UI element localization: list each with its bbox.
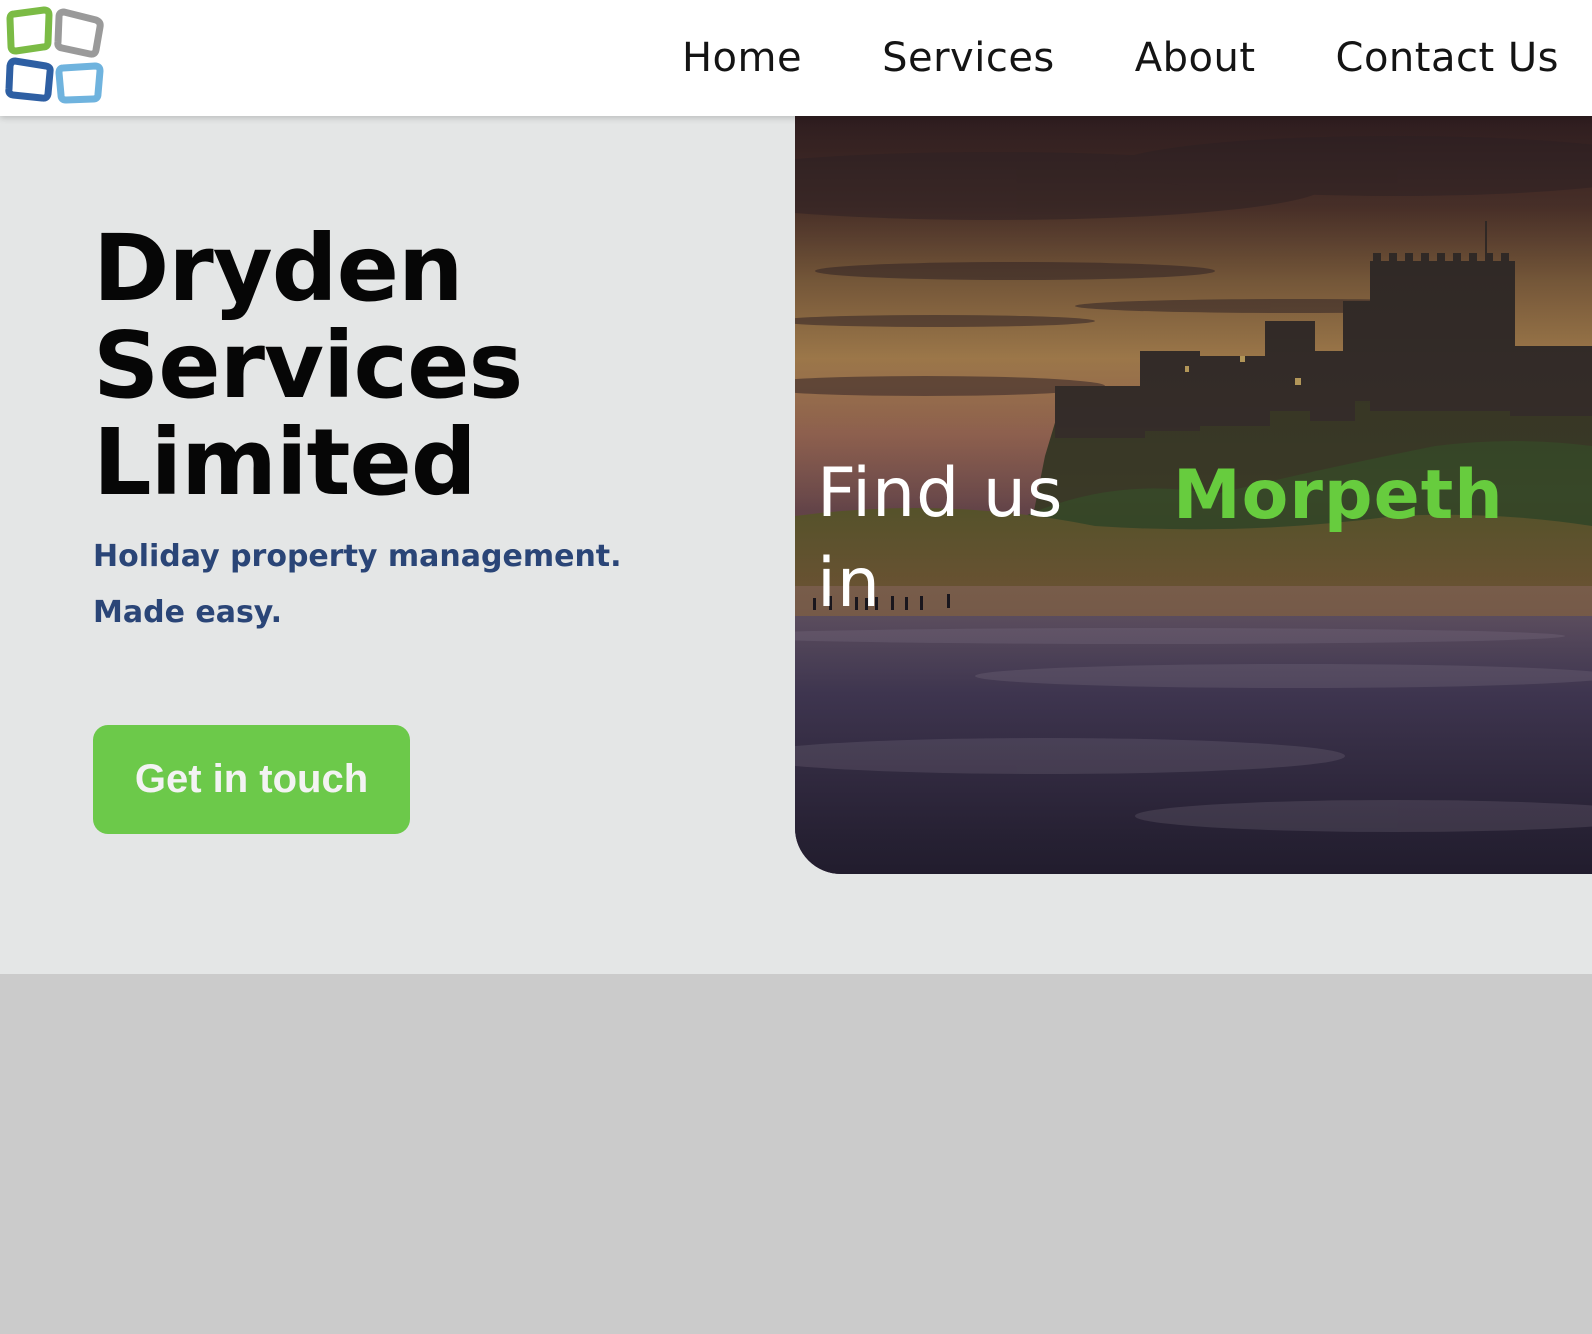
title-line: Services	[93, 312, 523, 419]
find-us-caption: Find us in	[817, 454, 1064, 623]
hero-image-card: Find us in Morpeth	[795, 116, 1592, 874]
page-title: Dryden Services Limited	[93, 220, 713, 511]
nav-services-link[interactable]: Services	[882, 35, 1055, 81]
title-line: Limited	[93, 409, 477, 516]
tagline: Holiday property management. Made easy.	[93, 529, 733, 641]
four-tile-logo-icon[interactable]	[4, 6, 106, 104]
tagline-line: Made easy.	[93, 595, 283, 630]
city-name: Morpeth	[1173, 456, 1504, 535]
nav-contact-us-link[interactable]: Contact Us	[1336, 35, 1559, 81]
tagline-line: Holiday property management.	[93, 539, 622, 574]
title-line: Dryden	[93, 215, 463, 322]
hero-section: Dryden Services Limited Holiday property…	[0, 116, 1592, 974]
get-in-touch-button[interactable]: Get in touch	[93, 725, 410, 834]
site-header: Home Services About Contact Us	[0, 0, 1592, 116]
nav-about-link[interactable]: About	[1135, 35, 1256, 81]
nav-home-link[interactable]: Home	[682, 35, 802, 81]
main-nav: Home Services About Contact Us	[682, 0, 1592, 116]
